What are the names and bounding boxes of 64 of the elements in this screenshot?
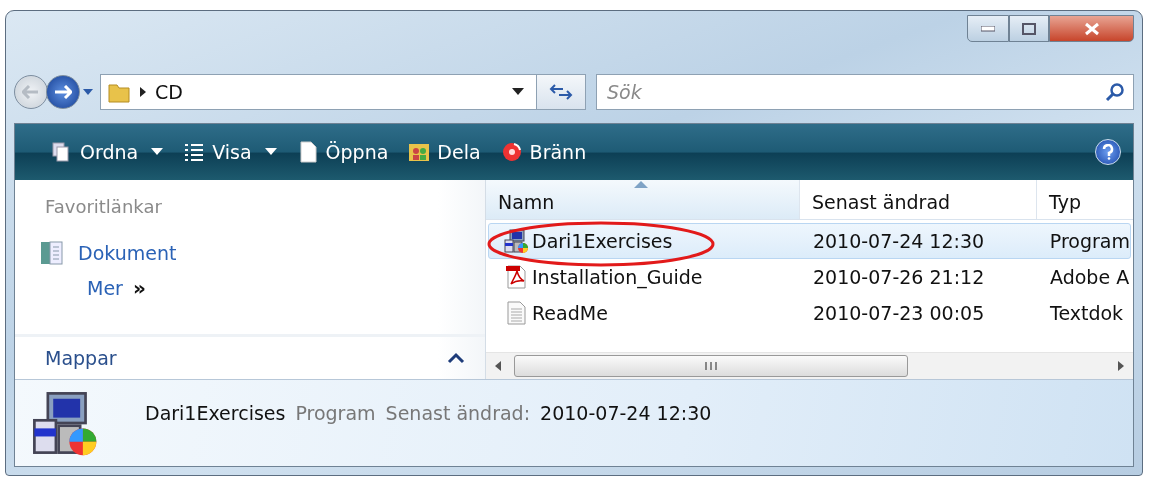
more-link[interactable]: Mer xyxy=(87,277,123,299)
file-name: Dari1Exercises xyxy=(532,230,673,252)
file-row[interactable]: ReadMe 2010-07-23 00:05 Textdok xyxy=(488,295,1131,331)
refresh-icon xyxy=(549,83,573,101)
file-type: Textdok xyxy=(1049,302,1125,324)
people-icon xyxy=(408,141,431,163)
maximize-button[interactable] xyxy=(1009,15,1049,42)
maximize-icon xyxy=(1022,22,1036,35)
grip-icon xyxy=(704,361,718,371)
file-name: ReadMe xyxy=(532,302,608,324)
modified-date: 2010-07-23 00:05 xyxy=(812,302,986,324)
refresh-button[interactable] xyxy=(536,74,586,110)
list-view-icon xyxy=(183,141,206,163)
toolbar-button[interactable]: Ordna xyxy=(43,137,172,167)
right-arrow-icon xyxy=(54,85,72,99)
collapse-chevron-icon[interactable] xyxy=(447,352,465,364)
scroll-left-icon[interactable] xyxy=(495,361,501,371)
more-chevron[interactable]: » xyxy=(132,276,146,300)
toolbar-button[interactable]: Dela xyxy=(400,137,489,167)
favorite-link[interactable]: Dokument xyxy=(78,242,177,264)
toolbar-button[interactable]: Visa xyxy=(175,137,285,167)
section-heading: Favoritlänkar xyxy=(45,196,163,219)
file-type: Program xyxy=(1048,230,1130,252)
dropdown-icon[interactable] xyxy=(512,88,524,96)
toolbar-button[interactable]: Öppna xyxy=(288,137,397,167)
detail-type: Program xyxy=(295,402,376,424)
search-icon xyxy=(1105,82,1125,102)
file-row[interactable]: Dari1Exercises 2010-07-24 12:30 Program xyxy=(488,223,1131,259)
help-button[interactable] xyxy=(1095,139,1121,165)
sort-arrow-icon xyxy=(634,181,648,188)
horizontal-scrollbar[interactable] xyxy=(486,352,1133,379)
folders-heading[interactable]: Mappar xyxy=(45,347,117,369)
column-header[interactable]: Typ xyxy=(1037,180,1133,219)
address-bar[interactable]: CD xyxy=(100,74,537,110)
toolbar-button[interactable]: Bränn xyxy=(492,137,595,167)
pdf-file-icon xyxy=(503,264,529,290)
file-name: Installation_Guide xyxy=(532,266,703,288)
column-header[interactable]: Namn xyxy=(486,180,800,219)
minimize-button[interactable] xyxy=(967,15,1009,42)
search-field[interactable]: Sök xyxy=(596,74,1134,110)
close-button[interactable] xyxy=(1049,15,1134,42)
program-icon xyxy=(503,228,529,254)
help-icon xyxy=(1102,144,1114,160)
detail-label: Senast ändrad: xyxy=(385,402,531,424)
breadcrumb-arrow-icon xyxy=(139,87,147,97)
left-arrow-icon xyxy=(22,85,40,99)
scroll-right-icon[interactable] xyxy=(1118,361,1124,371)
modified-date: 2010-07-26 21:12 xyxy=(812,266,986,288)
detail-value: 2010-07-24 12:30 xyxy=(540,402,712,424)
breadcrumb[interactable]: CD xyxy=(155,81,183,103)
caret-icon xyxy=(151,148,164,156)
modified-date: 2010-07-24 12:30 xyxy=(811,230,986,252)
minimize-icon xyxy=(981,25,995,32)
close-icon xyxy=(1083,21,1100,36)
disc-icon xyxy=(500,141,523,163)
file-row[interactable]: Installation_Guide 2010-07-26 21:12 Adobe A xyxy=(488,259,1131,295)
forward-button[interactable] xyxy=(46,75,80,109)
scroll-thumb[interactable] xyxy=(514,355,908,377)
caret-icon xyxy=(264,148,277,156)
detail-name: Dari1Exercises xyxy=(145,402,286,424)
column-header[interactable]: Senast ändrad xyxy=(800,180,1037,219)
documents-icon xyxy=(40,240,64,266)
history-dropdown-icon[interactable] xyxy=(82,88,94,96)
file-type: Adobe A xyxy=(1049,266,1130,288)
